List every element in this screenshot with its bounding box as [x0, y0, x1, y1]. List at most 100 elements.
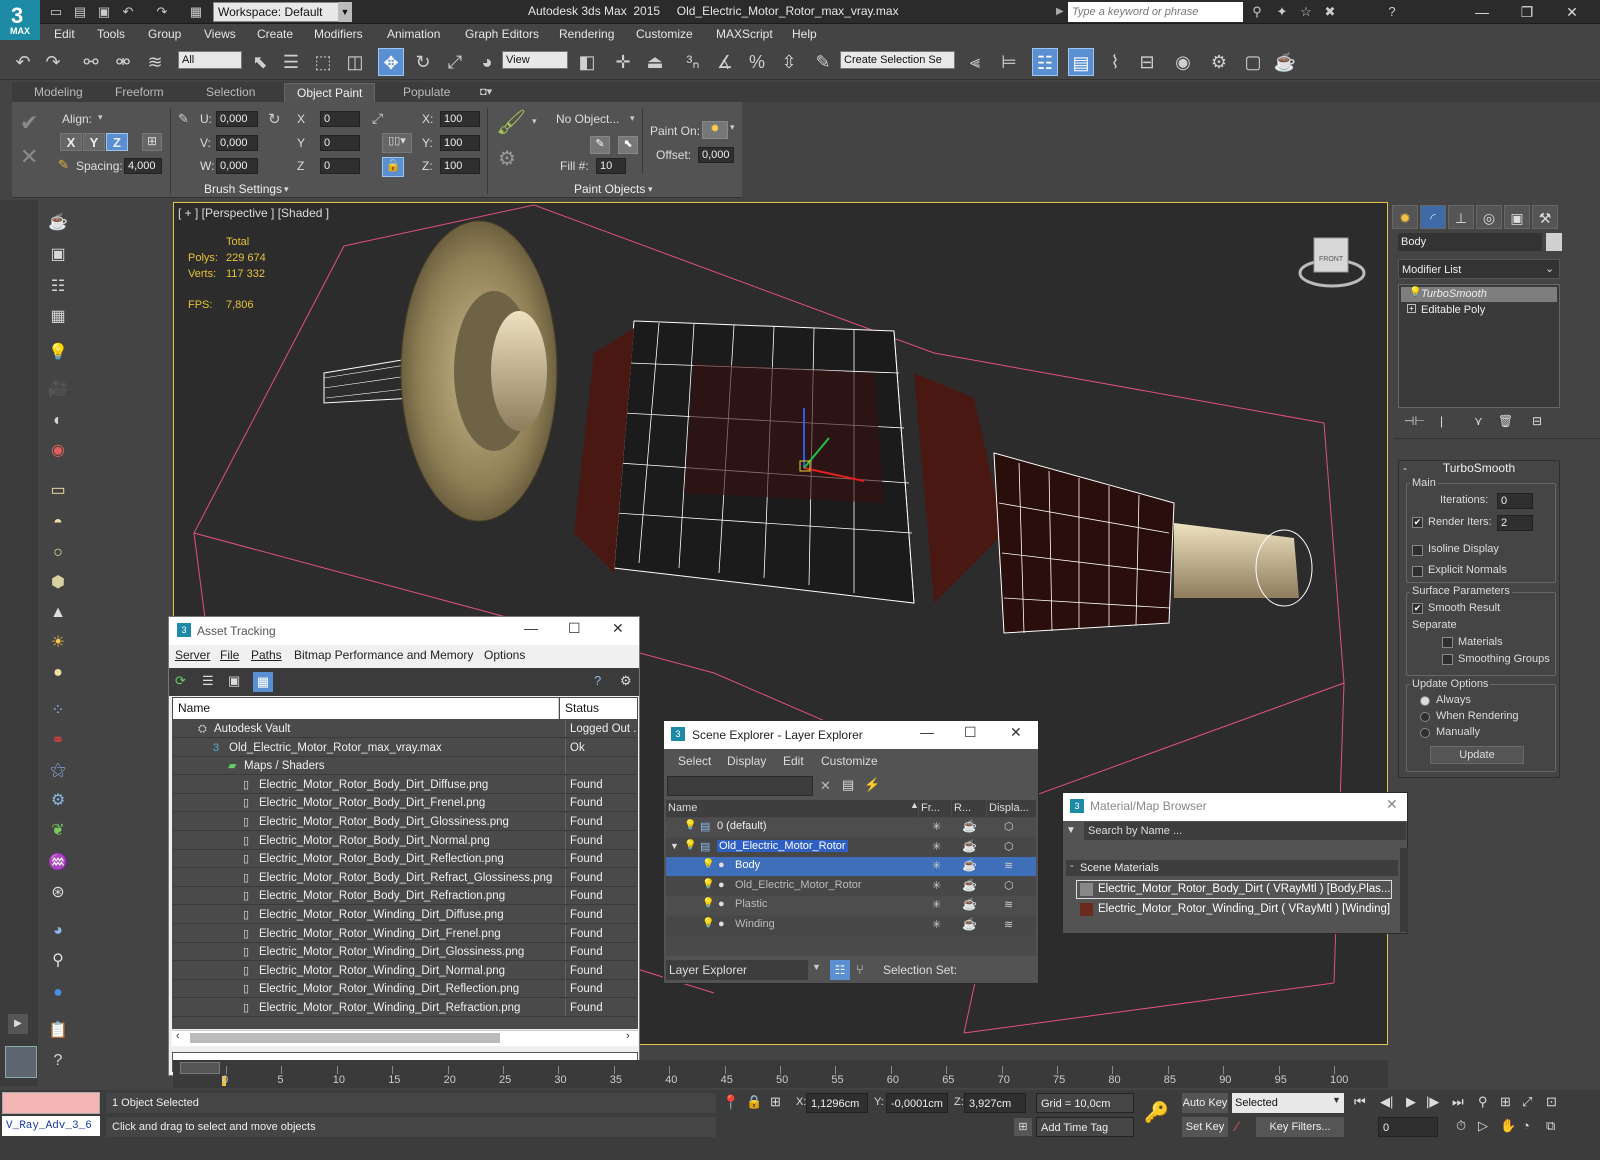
helper-icon[interactable]: ⚝	[45, 758, 71, 784]
paint-objects-icon[interactable]: ⚙	[498, 146, 516, 171]
material-editor-icon[interactable]: ◉	[1170, 48, 1196, 76]
close-window-icon[interactable]: ✕	[1550, 0, 1594, 24]
menu-rendering[interactable]: Rendering	[559, 27, 614, 41]
edit-object-list-icon[interactable]: ⬉	[618, 136, 638, 154]
table-icon[interactable]: ▦	[45, 304, 71, 330]
update-manually-radio[interactable]	[1420, 728, 1430, 738]
close-icon[interactable]: ✕	[1010, 724, 1022, 741]
next-frame-icon[interactable]: |▶	[1426, 1094, 1439, 1110]
layer-row[interactable]: 💡 ● Body ✳ ☕ ≋	[666, 857, 1036, 877]
selection-lock-icon[interactable]: 🔒	[746, 1094, 762, 1110]
layer-row[interactable]: 💡 ▤ 0 (default) ✳ ☕ ⬡	[666, 818, 1036, 837]
align-dropdown-icon[interactable]: ▾	[98, 112, 103, 123]
menu-edit[interactable]: Edit	[54, 27, 75, 41]
layer-row[interactable]: 💡 ● Plastic ✳ ☕ ≋	[666, 896, 1036, 916]
unlink-icon[interactable]: ⚮	[110, 48, 136, 76]
utilities-tab-icon[interactable]: ⚒	[1532, 205, 1558, 229]
z-rotation-spinner[interactable]: 0	[320, 158, 360, 174]
display-mode-icon[interactable]: ⬡	[1004, 879, 1014, 892]
modify-tab-icon[interactable]: ◜	[1420, 205, 1446, 229]
keyword-search-input[interactable]: Type a keyword or phrase	[1068, 2, 1243, 22]
axis-z-button[interactable]: Z	[106, 133, 128, 151]
communication-center-icon[interactable]: ✦	[1272, 2, 1292, 22]
select-by-name-icon[interactable]: ☰	[278, 48, 304, 76]
viewport-label[interactable]: [ + ] [Perspective ] [Shaded ]	[178, 206, 329, 220]
go-to-end-icon[interactable]: ⏭	[1452, 1094, 1464, 1110]
hierarchy-tab-icon[interactable]: ⊥	[1448, 205, 1474, 229]
ribbon-options-icon[interactable]: ◘▾	[480, 85, 492, 98]
viewport-thumbnail[interactable]	[5, 1046, 37, 1078]
list-view-icon[interactable]: ☰	[202, 673, 214, 689]
layer-row[interactable]: 💡 ● Old_Electric_Motor_Rotor ✳ ☕ ⬡	[666, 876, 1036, 896]
modifier-list-arrow-icon[interactable]: ⌄	[1545, 262, 1554, 275]
paint-on-dropdown-icon[interactable]: ▾	[730, 122, 735, 133]
dynamics-icon[interactable]: ⚭	[45, 728, 71, 754]
spacing-spinner[interactable]: 4,000	[124, 158, 162, 174]
menu-file[interactable]: File	[220, 648, 239, 662]
menu-customize[interactable]: Customize	[821, 754, 878, 768]
new-file-icon[interactable]: ▭	[46, 2, 66, 22]
paint-object-dropdown[interactable]: No Object...	[556, 112, 619, 126]
light-icon[interactable]: 💡	[45, 340, 71, 366]
layer-view-icon[interactable]: ☷	[830, 960, 850, 980]
paint-object-dropdown-icon[interactable]: ▾	[630, 113, 635, 124]
key-filters-button[interactable]: Key Filters...	[1256, 1117, 1344, 1137]
foliage-icon[interactable]: ❦	[45, 818, 71, 844]
render-setup-icon[interactable]: ⚙	[1206, 48, 1232, 76]
v-spinner[interactable]: 0,000	[216, 135, 258, 151]
spinner-snap-icon[interactable]: ⇳	[776, 48, 802, 76]
thumbnail-view-icon[interactable]: ▣	[228, 673, 240, 689]
curve-editor-icon[interactable]: ⌇	[1102, 48, 1128, 76]
paint-objects-expand-icon[interactable]: ▾	[648, 184, 653, 195]
hemisphere-icon[interactable]: ◓	[45, 510, 71, 536]
help-circle-icon[interactable]: ?	[45, 1048, 71, 1074]
menu-select[interactable]: Select	[678, 754, 711, 768]
particle-icon[interactable]: ⁘	[45, 698, 71, 724]
freeze-snowflake-icon[interactable]: ✳	[932, 859, 941, 872]
collapse-group-icon[interactable]: -	[1070, 860, 1074, 872]
visibility-lightbulb-icon[interactable]: 💡	[702, 918, 714, 929]
renderable-teapot-icon[interactable]: ☕	[962, 917, 977, 931]
gear-icon[interactable]: ⚙	[45, 788, 71, 814]
layer-options-icon[interactable]: ⚡	[864, 777, 880, 793]
scroll-left-icon[interactable]: ‹	[176, 1030, 180, 1042]
menu-customize[interactable]: Customize	[636, 27, 693, 41]
menu-server[interactable]: Server	[175, 648, 210, 662]
collapse-arrow-icon[interactable]: ▼	[670, 841, 679, 851]
hierarchy-view-icon[interactable]: ⑂	[856, 962, 864, 977]
isolate-selection-icon[interactable]: 📍	[722, 1094, 739, 1111]
menu-display[interactable]: Display	[727, 754, 766, 768]
object-name-field[interactable]: Body	[1398, 233, 1542, 251]
add-time-tag[interactable]: Add Time Tag	[1036, 1117, 1134, 1137]
u-spinner[interactable]: 0,000	[216, 111, 258, 127]
asset-row[interactable]: ▯ Electric_Motor_Rotor_Winding_Dirt_Norma…	[173, 961, 637, 980]
undo-icon[interactable]: ↶	[118, 2, 138, 22]
material-item-winding[interactable]: Electric_Motor_Rotor_Winding_Dirt ( VRay…	[1098, 900, 1390, 919]
mirror-icon[interactable]: ⫷	[962, 48, 988, 76]
render-teapot-icon[interactable]: ☕	[45, 210, 71, 236]
y-scale-spinner[interactable]: 100	[440, 135, 480, 151]
freeze-snowflake-icon[interactable]: ✳	[932, 840, 941, 853]
auto-key-button[interactable]: Auto Key	[1182, 1093, 1228, 1113]
asset-row[interactable]: ▯ Electric_Motor_Rotor_Body_Dirt_Refracti…	[173, 887, 637, 906]
select-and-move-icon[interactable]: ✥	[378, 48, 404, 76]
w-spinner[interactable]: 0,000	[216, 158, 258, 174]
update-when-rendering-radio[interactable]	[1420, 712, 1430, 722]
smooth-result-checkbox[interactable]: ✔	[1412, 603, 1423, 614]
expand-plus-icon[interactable]: +	[1407, 304, 1416, 313]
add-layer-icon[interactable]: ▤	[842, 777, 854, 793]
schematic-view-icon[interactable]: ⊟	[1134, 48, 1160, 76]
table-view-icon[interactable]: ▦	[253, 672, 273, 692]
turbosmooth-rollout-title[interactable]: TurboSmooth	[1398, 461, 1560, 477]
absolute-mode-icon[interactable]: ⊞	[770, 1094, 781, 1110]
y-rotation-spinner[interactable]: 0	[320, 135, 360, 151]
select-and-place-icon[interactable]: ◕	[474, 48, 500, 76]
column-header-status[interactable]: Status	[560, 698, 637, 719]
search-object-icon[interactable]: ⚲	[45, 948, 71, 974]
column-header-name[interactable]: Name	[666, 800, 918, 817]
display-tab-icon[interactable]: ▣	[1504, 205, 1530, 229]
scale-mode-dropdown-icon[interactable]: ▯▯▾	[382, 133, 412, 153]
key-filter-icon[interactable]: ⁄	[1236, 1118, 1238, 1134]
maxscript-mini-listener[interactable]: V_Ray_Adv_3_6	[2, 1116, 100, 1136]
visibility-lightbulb-icon[interactable]: 💡	[684, 820, 696, 831]
